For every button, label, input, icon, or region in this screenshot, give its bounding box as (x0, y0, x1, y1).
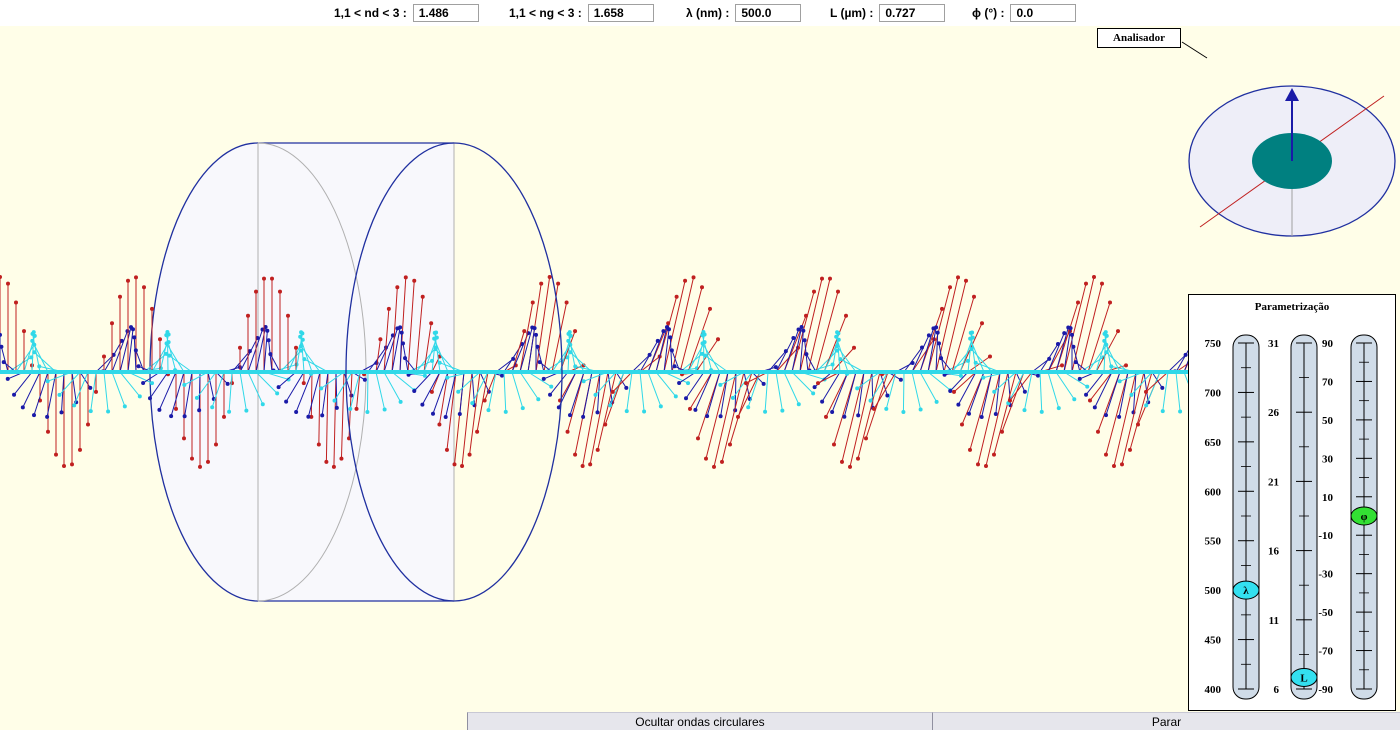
slider-tick-label: 11 (1269, 615, 1279, 627)
slider-tick-label: 70 (1322, 376, 1334, 388)
slider-tick-label: 6 (1274, 684, 1280, 696)
slider-tick-label: 90 (1322, 338, 1334, 350)
toggle-circular-waves-button[interactable]: Ocultar ondas circulares (467, 712, 932, 730)
slider-tick-label: 600 (1205, 486, 1222, 498)
ng-label: 1,1 < ng < 3 : (509, 6, 582, 20)
slider-tick-label: 750 (1205, 338, 1222, 350)
slider-tick-label: 10 (1322, 492, 1334, 504)
thickness-input[interactable] (879, 4, 946, 22)
nd-param: 1,1 < nd < 3 : (334, 3, 479, 23)
slider-tick-label: 31 (1268, 338, 1279, 350)
slider-tick-label: 700 (1205, 387, 1222, 399)
slider-tick-label: 50 (1322, 415, 1334, 427)
slider-tick-label: 21 (1268, 476, 1279, 488)
stop-button[interactable]: Parar (932, 712, 1400, 730)
slider-group: 750 700 650 600 550 500 450 400 λ 31 26 21 16 11 6 L 90 7… (1205, 334, 1378, 700)
slider-tick-label: 650 (1205, 437, 1222, 449)
slider-tick-label: 16 (1268, 546, 1280, 558)
slider-knob-label: φ (1361, 511, 1368, 523)
analyzer-label: Analisador (1097, 28, 1181, 48)
wavelength-param: λ (nm) : (686, 3, 802, 23)
parameter-bar: 1,1 < nd < 3 : 1,1 < ng < 3 : λ (nm) : L… (0, 0, 1400, 26)
slider-knob-label: L (1300, 672, 1307, 684)
wavelength-input[interactable] (735, 4, 802, 22)
ng-param: 1,1 < ng < 3 : (509, 3, 654, 23)
phi-input[interactable] (1010, 4, 1077, 22)
parametrization-panel: Parametrização 750 700 650 600 550 500 450 400 λ… (1188, 294, 1396, 711)
bottom-bar: Ocultar ondas circulares Parar (0, 712, 1400, 730)
slider-tick-label: 500 (1205, 585, 1222, 597)
analyzer-pointer (1181, 41, 1208, 59)
thickness-param: L (µm) : (830, 3, 946, 23)
phi-param: ϕ (°) : (972, 3, 1077, 23)
ng-input[interactable] (587, 4, 654, 22)
slider-tick-label: -70 (1318, 646, 1333, 658)
slider-knob-label: λ (1243, 585, 1249, 597)
slider-tick-label: -10 (1318, 530, 1333, 542)
nd-label: 1,1 < nd < 3 : (334, 6, 407, 20)
slider-tick-label: 550 (1205, 536, 1222, 548)
slider-tick-label: 450 (1205, 635, 1222, 647)
slider-tick-label: 400 (1205, 684, 1222, 696)
thickness-label: L (µm) : (830, 6, 874, 20)
analyzer-view (1181, 41, 1396, 237)
slider-tick-label: 26 (1268, 407, 1280, 419)
nd-input[interactable] (412, 4, 479, 22)
slider-tick-label: -50 (1318, 607, 1333, 619)
slider-tick-label: 30 (1322, 453, 1334, 465)
wavelength-label: λ (nm) : (686, 6, 730, 20)
slider-tick-label: -90 (1318, 684, 1333, 696)
slider-tick-label: -30 (1318, 569, 1333, 581)
phi-label: ϕ (°) : (972, 6, 1005, 20)
